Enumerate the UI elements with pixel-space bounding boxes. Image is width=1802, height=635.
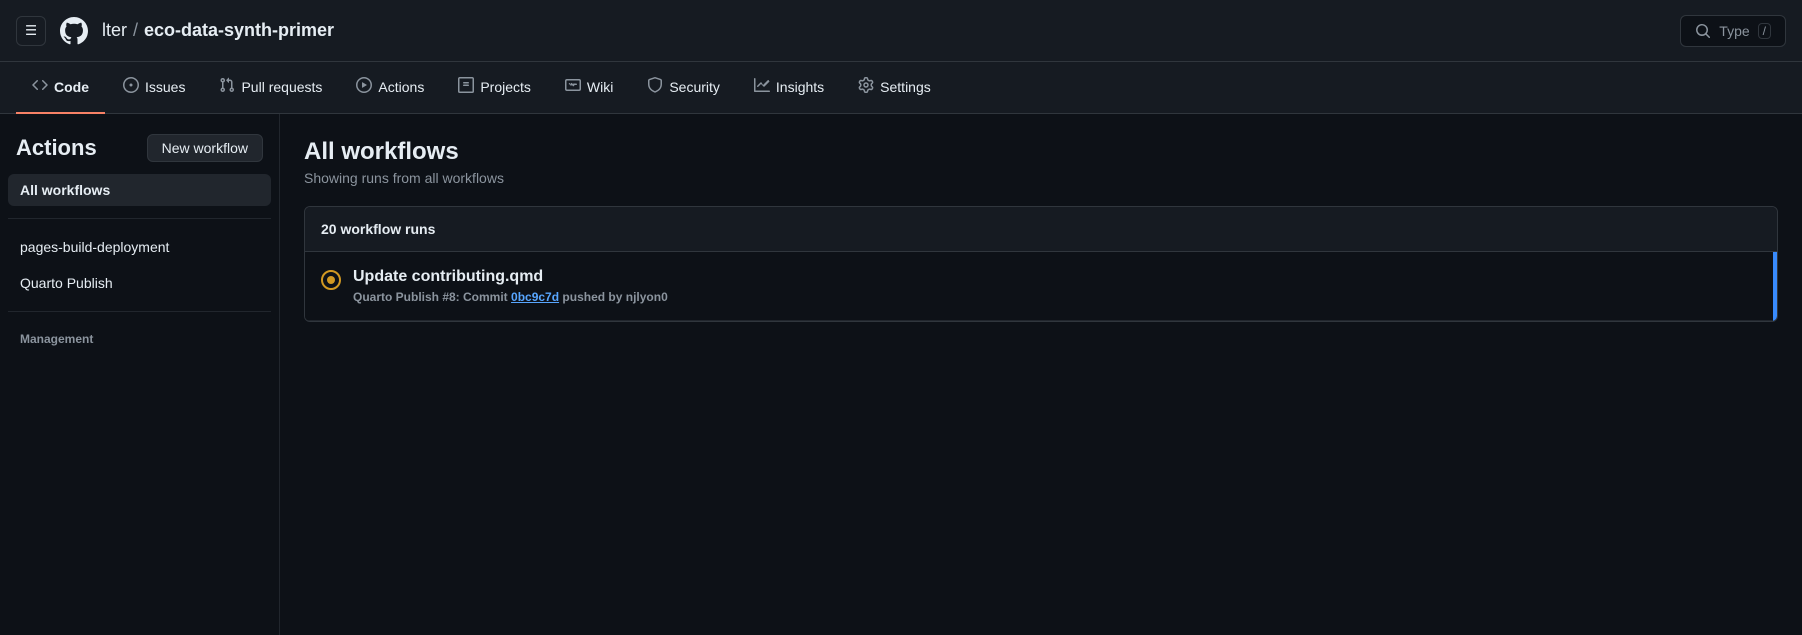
search-label: Type: [1719, 23, 1749, 39]
tab-settings[interactable]: Settings: [842, 62, 947, 114]
repo-name[interactable]: eco-data-synth-primer: [144, 20, 334, 41]
hamburger-button[interactable]: ☰: [16, 16, 46, 46]
sidebar-title: Actions: [16, 135, 97, 161]
run-blue-indicator: [1773, 252, 1777, 321]
sidebar-divider: [8, 218, 271, 219]
top-bar-left: ☰ lter / eco-data-synth-primer: [16, 15, 1680, 47]
workflow-runs-header: 20 workflow runs: [305, 207, 1777, 252]
panel-title: All workflows: [304, 138, 1778, 166]
run-title: Update contributing.qmd: [353, 268, 1761, 286]
security-icon: [647, 77, 663, 96]
tab-code[interactable]: Code: [16, 62, 105, 114]
tab-security[interactable]: Security: [631, 62, 736, 114]
tab-projects-label: Projects: [480, 79, 531, 95]
repo-tabs: Code Issues Pull requests Actions: [0, 62, 1802, 114]
run-commit-link[interactable]: 0bc9c7d: [511, 290, 559, 304]
tab-security-label: Security: [669, 79, 720, 95]
sidebar-item-all-workflows[interactable]: All workflows: [8, 174, 271, 206]
new-workflow-button[interactable]: New workflow: [147, 134, 263, 162]
run-status-icon: [321, 270, 341, 290]
repo-separator: /: [133, 20, 138, 41]
run-meta: Quarto Publish #8: Commit 0bc9c7d pushed…: [353, 290, 1761, 304]
tab-code-label: Code: [54, 79, 89, 95]
main-content: Actions New workflow All workflows pages…: [0, 114, 1802, 635]
code-icon: [32, 77, 48, 96]
search-shortcut: /: [1758, 23, 1771, 39]
sidebar-header: Actions New workflow: [8, 130, 271, 170]
panel-subtitle: Showing runs from all workflows: [304, 170, 1778, 186]
run-meta-suffix: pushed by njlyon0: [562, 290, 667, 304]
sidebar: Actions New workflow All workflows pages…: [0, 114, 280, 635]
tab-issues-label: Issues: [145, 79, 185, 95]
settings-icon: [858, 77, 874, 96]
tab-wiki[interactable]: Wiki: [549, 62, 629, 114]
hamburger-icon: ☰: [25, 23, 37, 39]
sidebar-management-label: Management: [8, 324, 271, 350]
tab-actions[interactable]: Actions: [340, 62, 440, 114]
insights-icon: [754, 77, 770, 96]
tab-pull-requests-label: Pull requests: [241, 79, 322, 95]
github-logo[interactable]: [58, 15, 90, 47]
tab-actions-label: Actions: [378, 79, 424, 95]
tab-insights[interactable]: Insights: [738, 62, 840, 114]
actions-icon: [356, 77, 372, 96]
tab-settings-label: Settings: [880, 79, 931, 95]
search-button[interactable]: Type /: [1680, 15, 1786, 47]
run-meta-prefix: Quarto Publish #8: Commit: [353, 290, 508, 304]
tab-wiki-label: Wiki: [587, 79, 613, 95]
wiki-icon: [565, 77, 581, 96]
top-bar: ☰ lter / eco-data-synth-primer Type /: [0, 0, 1802, 62]
pull-request-icon: [219, 77, 235, 96]
sidebar-divider-2: [8, 311, 271, 312]
sidebar-item-pages-build[interactable]: pages-build-deployment: [8, 231, 271, 263]
run-info: Update contributing.qmd Quarto Publish #…: [353, 268, 1761, 304]
repo-path: lter / eco-data-synth-primer: [102, 20, 334, 41]
tab-projects[interactable]: Projects: [442, 62, 547, 114]
workflow-run-item[interactable]: Update contributing.qmd Quarto Publish #…: [305, 252, 1777, 321]
tab-insights-label: Insights: [776, 79, 824, 95]
issues-icon: [123, 77, 139, 96]
repo-owner[interactable]: lter: [102, 20, 127, 41]
main-panel: All workflows Showing runs from all work…: [280, 114, 1802, 635]
sidebar-item-quarto-publish[interactable]: Quarto Publish: [8, 267, 271, 299]
projects-icon: [458, 77, 474, 96]
run-item-wrapper: Update contributing.qmd Quarto Publish #…: [305, 252, 1777, 321]
tab-issues[interactable]: Issues: [107, 62, 201, 114]
status-inprogress-icon: [321, 270, 341, 290]
workflow-runs-box: 20 workflow runs Update contributing.qmd…: [304, 206, 1778, 322]
tab-pull-requests[interactable]: Pull requests: [203, 62, 338, 114]
search-icon: [1695, 23, 1711, 39]
